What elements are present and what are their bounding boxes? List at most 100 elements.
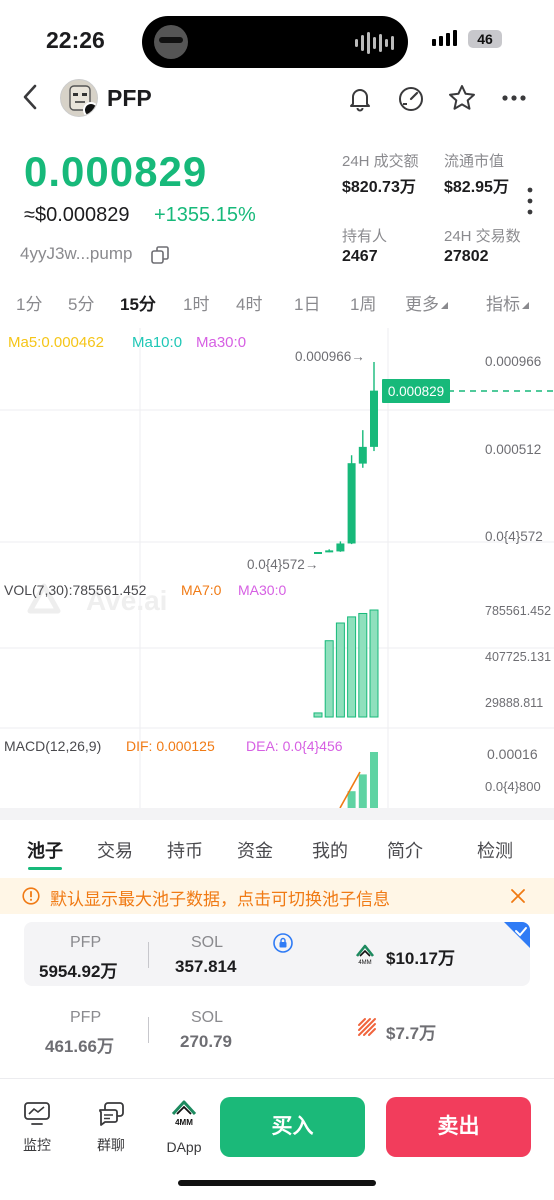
tab-holders[interactable]: 持币 [167, 837, 203, 863]
status-time: 22:26 [46, 27, 105, 53]
selected-check-icon [504, 922, 530, 948]
stat-value-market-cap: $82.95万 [444, 179, 509, 196]
price-axis-mid: 0.000512 [485, 442, 542, 457]
battery-indicator: 46 [468, 30, 502, 48]
pool-tabs: 池子 交易 持币 资金 我的 简介 检测 [0, 832, 554, 872]
pool-token-label: PFP [70, 1009, 102, 1026]
dynamic-island [142, 16, 408, 68]
copy-icon[interactable] [150, 245, 170, 265]
tab-mine[interactable]: 我的 [312, 837, 348, 863]
candles [314, 362, 378, 554]
pool-quote-amount: 270.79 [180, 1032, 232, 1051]
dex-label: 4MM [358, 960, 371, 966]
volume-ma7-legend: MA7:0 [181, 582, 222, 598]
tab-trades[interactable]: 交易 [97, 837, 133, 863]
pool-quote-label: SOL [191, 934, 224, 951]
tab-15m[interactable]: 15分 [120, 290, 156, 315]
tab-1h[interactable]: 1时 [183, 290, 209, 315]
signal-icon [432, 30, 457, 46]
pool-token-amount: 461.66万 [45, 1037, 114, 1056]
token-detail-screen: 22:26 46 PFP 0.000829 ≈$0.000829 +1355.1… [0, 0, 554, 1200]
status-bar: 22:26 46 [0, 0, 554, 80]
stat-value-tx-count: 27802 [444, 248, 489, 265]
close-icon[interactable] [510, 888, 526, 904]
stat-label-tx-count: 24H 交易数 [444, 228, 521, 245]
current-price-tag-text: 0.000829 [388, 384, 444, 399]
volume-ma30-legend: MA30:0 [238, 582, 287, 598]
volume-axis-mid: 407725.131 [485, 650, 552, 664]
back-icon[interactable] [18, 81, 44, 113]
gauge-icon[interactable] [396, 83, 426, 113]
dropdown-triangle-icon [441, 302, 448, 309]
macd-bars [339, 752, 378, 809]
dapp-icon: 4MM [171, 1100, 197, 1127]
price-chart[interactable]: Ave.ai 0.000829 Ma5:0.000462 Ma10:0 Ma30… [0, 328, 554, 810]
volume-bar [324, 640, 334, 718]
chain-badge-icon [83, 102, 97, 116]
usd-price: ≈$0.000829 [24, 204, 130, 226]
price-axis-top: 0.000966 [485, 354, 542, 369]
dropdown-triangle-icon [522, 302, 529, 309]
macd-legend: MACD(12,26,9) [4, 738, 102, 754]
nav-dapp[interactable]: 4MM DApp [159, 1097, 209, 1155]
nav-group-chat-label: 群聊 [97, 1137, 125, 1153]
volume-axis-bottom: 29888.811 [485, 696, 544, 710]
macd-bar [370, 752, 378, 808]
pool-token-amount: 5954.92万 [39, 962, 118, 981]
stat-label-market-cap: 流通市值 [444, 153, 505, 170]
macd-dif-legend: DIF: 0.000125 [126, 738, 215, 754]
volume-legend: VOL(7,30):785561.452 [4, 582, 147, 598]
home-indicator[interactable] [178, 1180, 376, 1186]
tab-indicators[interactable]: 指标 [486, 290, 530, 315]
tab-1w[interactable]: 1周 [350, 290, 376, 315]
bell-icon[interactable] [345, 83, 375, 113]
pool-notice[interactable]: 默认显示最大池子数据，点击可切换池子信息 [0, 878, 554, 914]
four-meme-logo-icon: 4MM [355, 944, 375, 966]
volume-bar [313, 712, 323, 718]
pool-card-secondary[interactable]: PFP 461.66万 SOL 270.79 $7.7万 [24, 997, 530, 1061]
tab-4h[interactable]: 4时 [236, 290, 262, 315]
candle-body [314, 552, 322, 554]
stat-label-volume: 24H 成交额 [342, 153, 419, 170]
monitor-icon [24, 1102, 50, 1125]
timeframe-tabs: 1分 5分 15分 1时 4时 1日 1周 更多 指标 [0, 290, 554, 316]
contract-address[interactable]: 4yyJ3w...pump [20, 244, 132, 264]
low-marker: 0.0{4}572→ [247, 557, 319, 572]
lock-icon[interactable] [273, 933, 293, 953]
nav-group-chat[interactable]: 群聊 [86, 1097, 136, 1153]
active-tab-indicator [28, 867, 62, 870]
volume-bar [347, 616, 357, 718]
tab-intro[interactable]: 简介 [387, 837, 423, 863]
volume-bar [335, 622, 345, 718]
token-title: PFP [107, 85, 152, 111]
section-divider [0, 808, 554, 820]
tab-more[interactable]: 更多 [405, 290, 449, 315]
tab-1d[interactable]: 1日 [294, 290, 320, 315]
tab-funds[interactable]: 资金 [237, 837, 273, 863]
volume-bar [358, 612, 368, 718]
tab-pools[interactable]: 池子 [27, 837, 63, 863]
nav-monitor-label: 监控 [23, 1137, 51, 1153]
nav-monitor[interactable]: 监控 [12, 1097, 62, 1153]
tab-more-label: 更多 [405, 295, 439, 314]
stat-value-volume: $820.73万 [342, 179, 416, 196]
pool-card-primary[interactable]: PFP 5954.92万 SOL 357.814 4MM $10.17万 [24, 922, 530, 986]
stats-more-icon[interactable] [526, 186, 534, 216]
tab-check[interactable]: 检测 [477, 837, 513, 863]
ma10-legend: Ma10:0 [132, 334, 183, 351]
star-icon[interactable] [447, 83, 477, 113]
sell-button[interactable]: 卖出 [386, 1097, 531, 1157]
tab-5m[interactable]: 5分 [68, 290, 94, 315]
more-icon[interactable] [499, 83, 529, 113]
stat-value-holders: 2467 [342, 248, 378, 265]
buy-button[interactable]: 买入 [220, 1097, 365, 1157]
chat-icon [99, 1102, 124, 1126]
pool-separator [148, 1017, 149, 1043]
ma5-legend: Ma5:0.000462 [8, 334, 104, 351]
candle-body [347, 463, 356, 544]
pool-token-label: PFP [70, 934, 102, 951]
tab-1m[interactable]: 1分 [16, 290, 42, 315]
live-activity-avatar [154, 25, 188, 59]
candle-body [336, 543, 345, 552]
price-axis-bottom: 0.0{4}572 [485, 529, 543, 544]
